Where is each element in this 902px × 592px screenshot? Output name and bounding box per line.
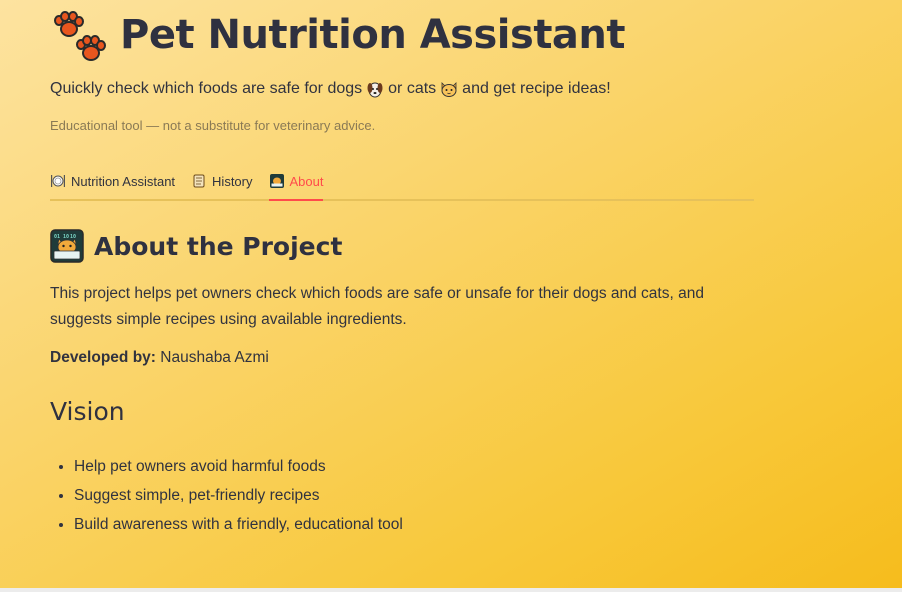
plate-cutlery-icon bbox=[50, 173, 66, 189]
main-container: Pet Nutrition Assistant Quickly check wh… bbox=[50, 0, 754, 539]
subtitle-text-1: Quickly check which foods are safe for d… bbox=[50, 80, 363, 97]
paw-prints-icon bbox=[50, 5, 108, 65]
list-item: Help pet owners avoid harmful foods bbox=[74, 452, 754, 481]
scroll-icon bbox=[191, 173, 207, 189]
list-item: Suggest simple, pet-friendly recipes bbox=[74, 481, 754, 510]
cat-laptop-icon: 01 10 10 bbox=[50, 229, 84, 263]
bottom-divider bbox=[0, 588, 902, 592]
about-heading: 01 10 10 About the Project bbox=[50, 229, 754, 263]
tab-nutrition-assistant[interactable]: Nutrition Assistant bbox=[50, 173, 175, 199]
developed-by: Developed by: Naushaba Azmi bbox=[50, 349, 754, 367]
tab-label: About bbox=[289, 173, 324, 189]
cat-laptop-icon bbox=[269, 173, 285, 189]
list-item: Build awareness with a friendly, educati… bbox=[74, 510, 754, 539]
svg-text:01 10: 01 10 bbox=[54, 234, 69, 240]
about-description: This project helps pet owners check whic… bbox=[50, 285, 704, 328]
subtitle: Quickly check which foods are safe for d… bbox=[50, 80, 754, 98]
tab-label: History bbox=[212, 173, 253, 189]
developed-by-label: Developed by: bbox=[50, 349, 156, 366]
about-heading-text: About the Project bbox=[94, 231, 343, 261]
title-row: Pet Nutrition Assistant bbox=[50, 2, 754, 68]
developer-name: Naushaba Azmi bbox=[160, 349, 269, 366]
tab-about[interactable]: About bbox=[268, 173, 324, 201]
tab-history[interactable]: History bbox=[191, 173, 253, 199]
vision-list: Help pet owners avoid harmful foods Sugg… bbox=[50, 452, 754, 539]
dog-face-icon bbox=[366, 80, 384, 98]
page-title: Pet Nutrition Assistant bbox=[120, 12, 626, 58]
cat-face-icon bbox=[440, 80, 458, 98]
disclaimer: Educational tool — not a substitute for … bbox=[50, 118, 376, 133]
tab-label: Nutrition Assistant bbox=[71, 173, 176, 189]
subtitle-text-3: and get recipe ideas! bbox=[462, 80, 611, 97]
vision-heading: Vision bbox=[50, 397, 125, 426]
tab-bar: Nutrition Assistant History About bbox=[50, 165, 754, 201]
subtitle-text-2: or cats bbox=[388, 80, 437, 97]
